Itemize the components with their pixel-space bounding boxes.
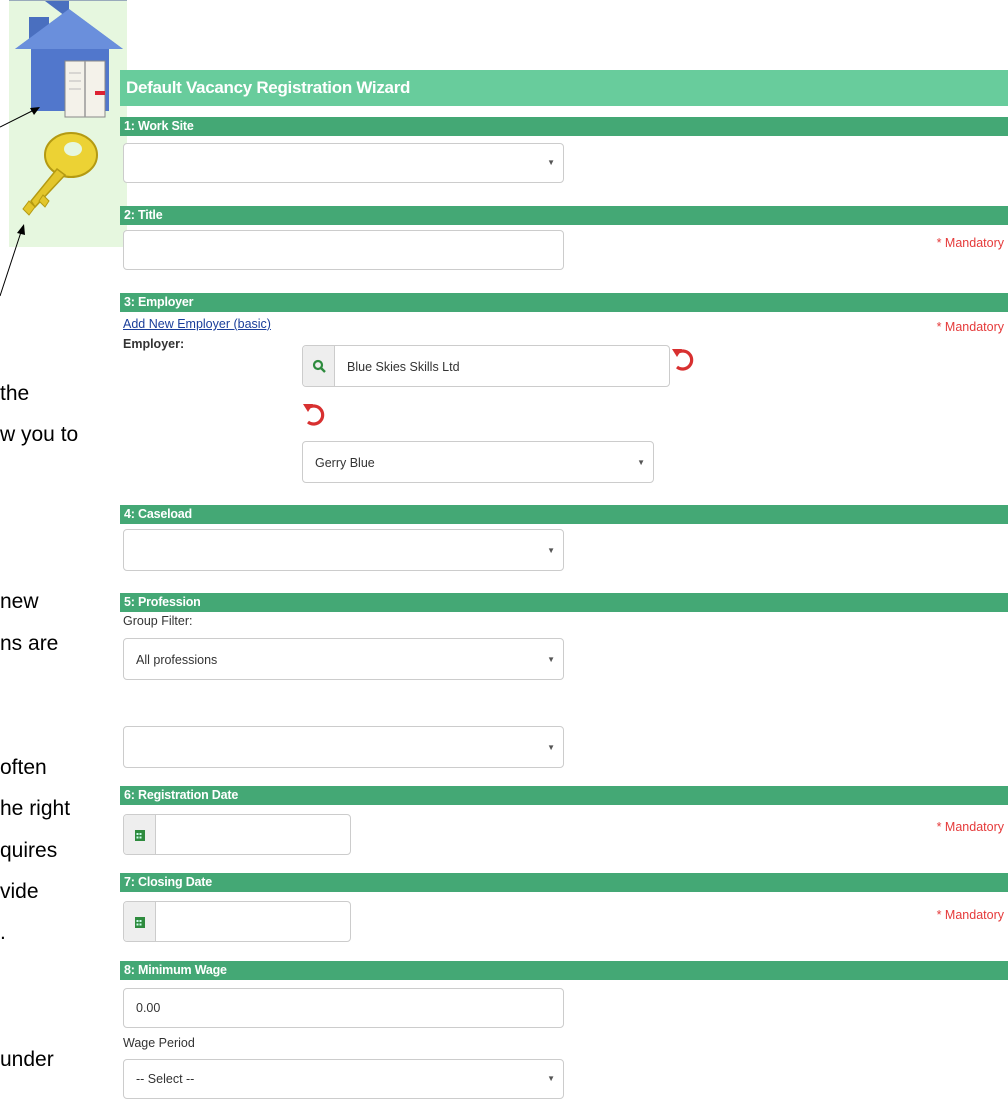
- wage-period-label: Wage Period: [123, 1036, 195, 1050]
- employer-contact-value: Gerry Blue: [315, 456, 375, 470]
- minimum-wage-value: 0.00: [136, 1001, 161, 1015]
- add-employer-link[interactable]: Add New Employer (basic): [123, 317, 271, 331]
- chevron-down-icon: ▼: [547, 743, 555, 752]
- calendar-icon[interactable]: [124, 902, 156, 941]
- annotation-arrows: [0, 107, 40, 297]
- chevron-down-icon: ▼: [637, 458, 645, 467]
- chevron-down-icon: ▼: [547, 1074, 555, 1083]
- employer-contact-select[interactable]: Gerry Blue ▼: [302, 441, 654, 483]
- doc-text: ns are: [0, 632, 59, 655]
- employer-label: Employer:: [123, 337, 185, 351]
- section-work-site: 1: Work Site: [120, 117, 1008, 136]
- wage-period-value: -- Select --: [136, 1072, 195, 1086]
- employer-search-field[interactable]: Blue Skies Skills Ltd: [302, 345, 670, 387]
- doc-text: new: [0, 590, 39, 613]
- closing-date-input[interactable]: [123, 901, 351, 942]
- calendar-icon[interactable]: [124, 815, 156, 854]
- doc-text: vide: [0, 880, 39, 903]
- doc-text: the: [0, 382, 30, 405]
- mandatory-label: * Mandatory: [936, 236, 1004, 250]
- doc-text: .: [0, 921, 6, 944]
- search-icon[interactable]: [303, 346, 335, 386]
- group-filter-value: All professions: [136, 653, 218, 667]
- section-minimum-wage: 8: Minimum Wage: [120, 961, 1008, 980]
- mandatory-label: * Mandatory: [936, 320, 1004, 334]
- title-input[interactable]: [123, 230, 564, 270]
- doc-text: he right: [0, 797, 71, 820]
- doc-text: under: [0, 1048, 54, 1071]
- minimum-wage-input[interactable]: 0.00: [123, 988, 564, 1028]
- registration-date-input[interactable]: [123, 814, 351, 855]
- section-title: 2: Title: [120, 206, 1008, 225]
- doc-text: often: [0, 756, 47, 779]
- reset-icon[interactable]: [302, 400, 328, 428]
- section-profession: 5: Profession: [120, 593, 1008, 612]
- reset-icon[interactable]: [671, 345, 697, 373]
- group-filter-select[interactable]: All professions ▼: [123, 638, 564, 680]
- mandatory-label: * Mandatory: [936, 908, 1004, 922]
- work-site-select[interactable]: ▼: [123, 143, 564, 183]
- group-filter-label: Group Filter:: [123, 614, 193, 628]
- section-closing-date: 7: Closing Date: [120, 873, 1008, 892]
- mandatory-label: * Mandatory: [936, 820, 1004, 834]
- section-registration-date: 6: Registration Date: [120, 786, 1008, 805]
- doc-text: quires: [0, 839, 58, 862]
- caseload-select[interactable]: ▼: [123, 529, 564, 571]
- chevron-down-icon: ▼: [547, 546, 555, 555]
- section-caseload: 4: Caseload: [120, 505, 1008, 524]
- chevron-down-icon: ▼: [547, 655, 555, 664]
- employer-value: Blue Skies Skills Ltd: [347, 360, 460, 374]
- wizard-title: Default Vacancy Registration Wizard: [120, 70, 1008, 106]
- profession-select[interactable]: ▼: [123, 726, 564, 768]
- section-employer: 3: Employer: [120, 293, 1008, 312]
- doc-text: w you to: [0, 423, 79, 446]
- chevron-down-icon: ▼: [547, 158, 555, 167]
- wage-period-select[interactable]: -- Select -- ▼: [123, 1059, 564, 1099]
